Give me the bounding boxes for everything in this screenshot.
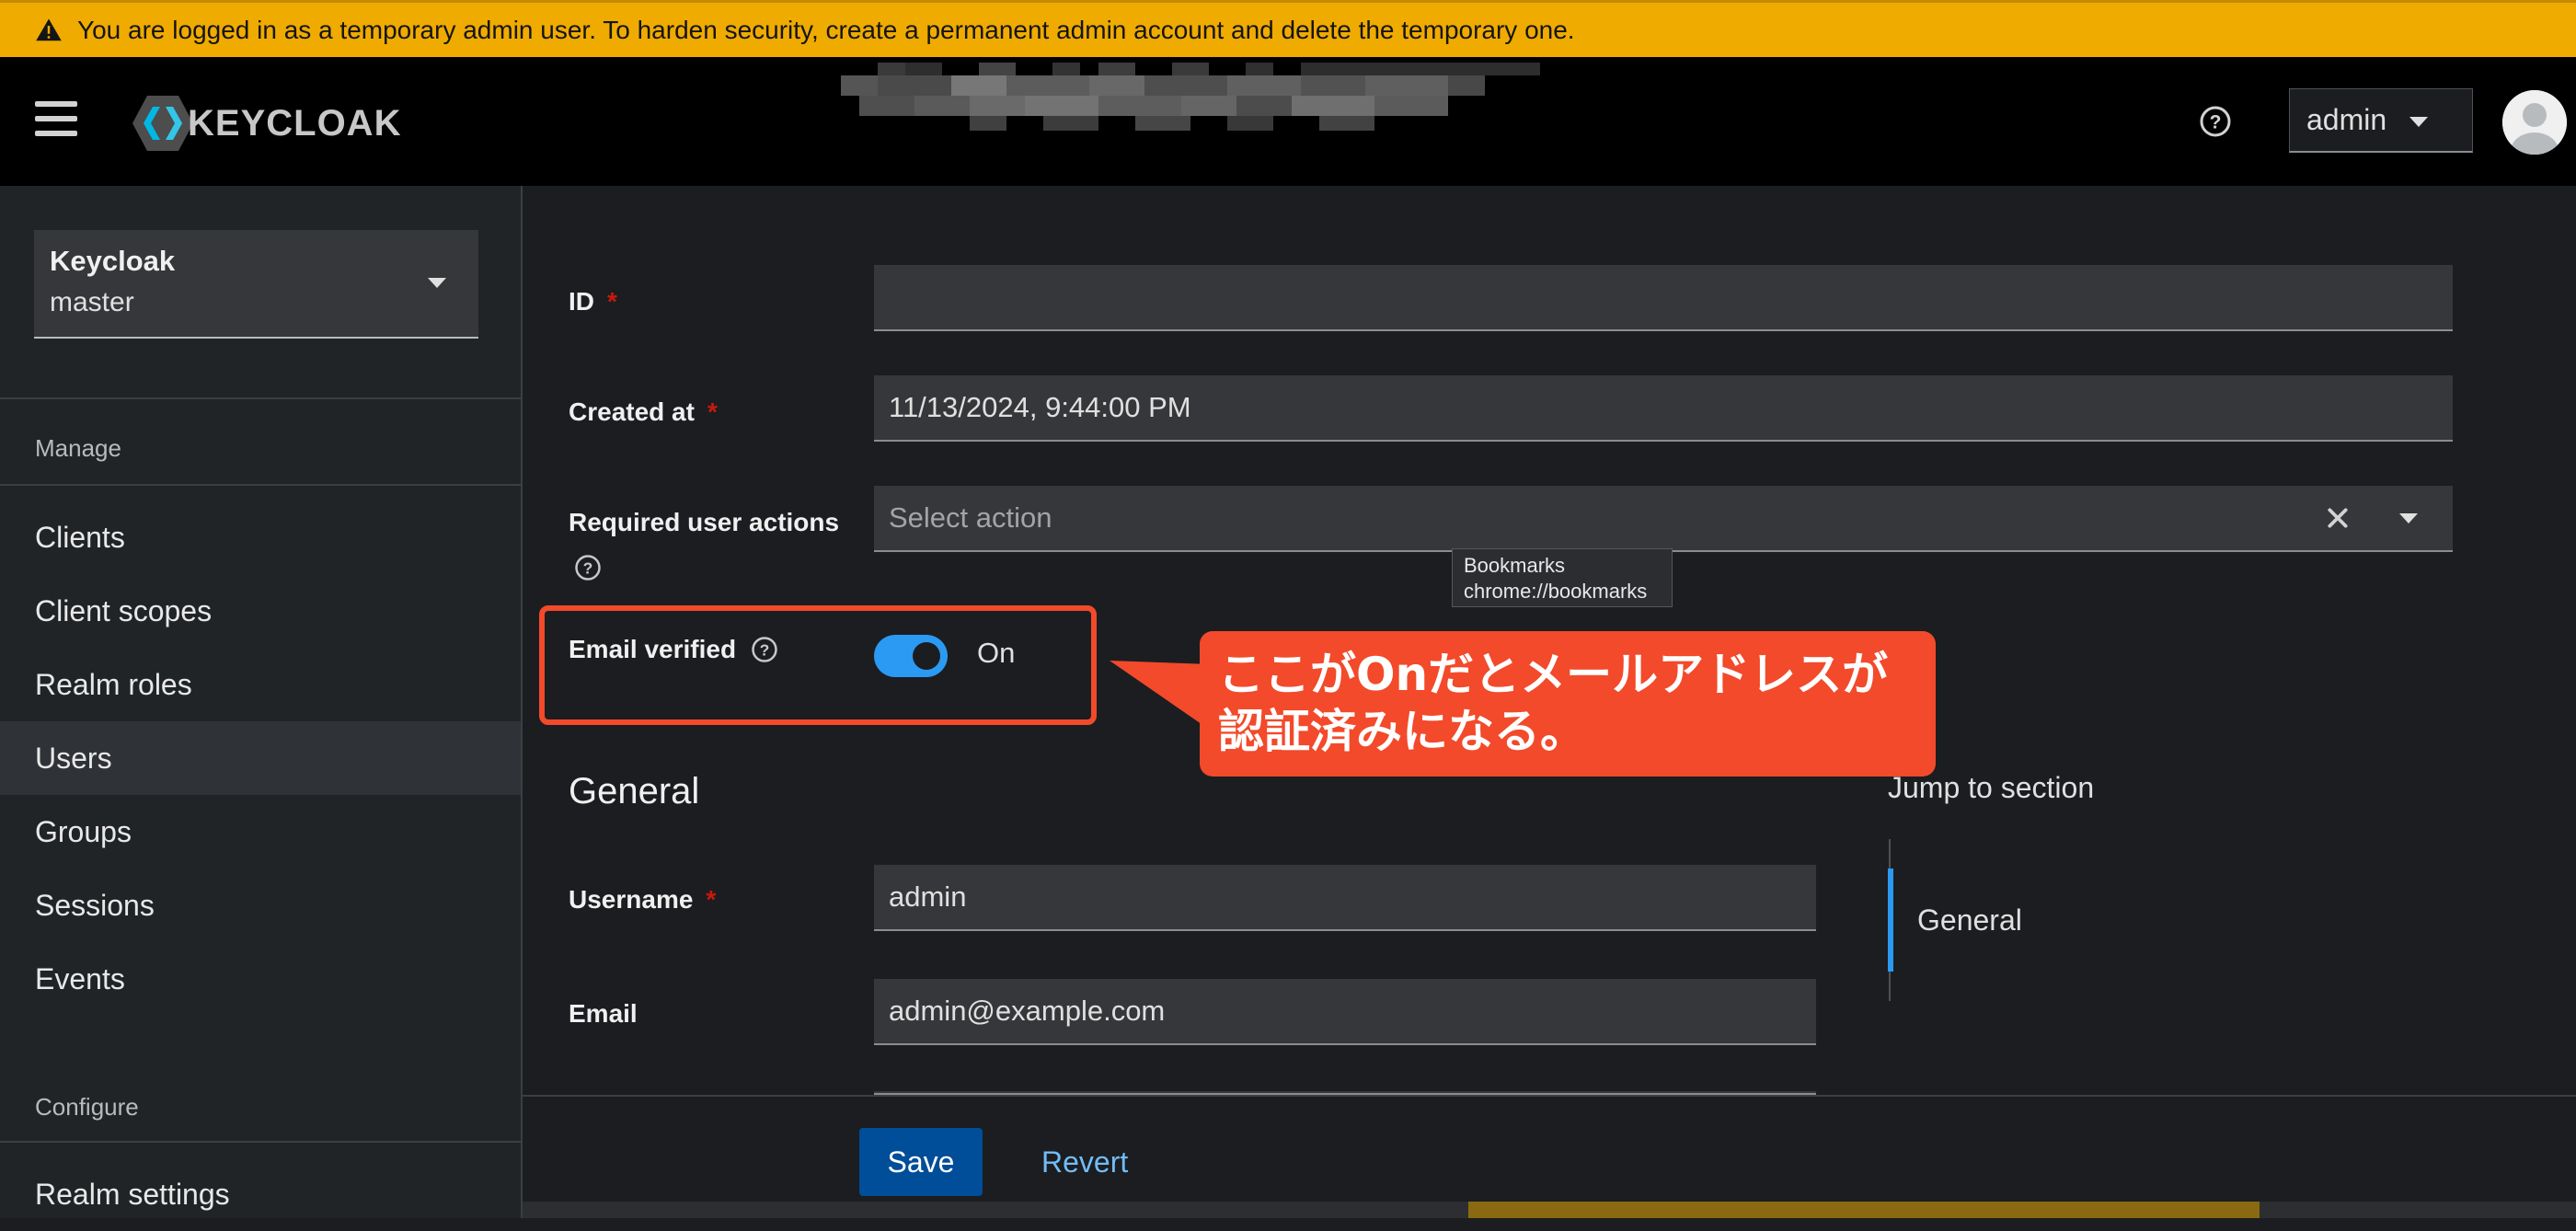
required-user-actions-select[interactable]: Select action — [874, 486, 2453, 552]
svg-text:?: ? — [583, 558, 593, 577]
browser-tooltip: Bookmarks chrome://bookmarks — [1452, 548, 1673, 607]
help-icon[interactable]: ? — [574, 554, 602, 581]
username-value: admin — [889, 880, 967, 913]
sidebar-item-realm-settings[interactable]: Realm settings — [0, 1157, 521, 1231]
save-button[interactable]: Save — [859, 1128, 983, 1196]
revert-button[interactable]: Revert — [1041, 1128, 1128, 1196]
background-window-strip — [523, 1202, 2576, 1218]
sidebar-item-groups[interactable]: Groups — [0, 795, 521, 869]
annotation-highlight-box — [539, 605, 1097, 725]
user-menu-label: admin — [2306, 103, 2387, 136]
username-label: Username * — [569, 881, 716, 918]
jump-link-active-indicator — [1888, 869, 1893, 972]
annotation-callout: ここがOnだとメールアドレスが 認証済みになる。 — [1200, 631, 1936, 777]
tooltip-line-1: Bookmarks — [1464, 554, 1566, 577]
jump-to-section-title: Jump to section — [1888, 771, 2095, 804]
callout-line-2: 認証済みになる。 — [1218, 705, 1586, 758]
temporary-admin-warning-banner: You are logged in as a temporary admin u… — [0, 0, 2576, 57]
tooltip-line-2: chrome://bookmarks — [1464, 580, 1648, 603]
background-window-block — [1468, 1202, 2260, 1218]
banner-text: You are logged in as a temporary admin u… — [77, 15, 1575, 44]
sidebar-item-users[interactable]: Users — [0, 721, 521, 795]
help-icon[interactable]: ? — [2199, 105, 2232, 138]
sidebar-item-events[interactable]: Events — [0, 942, 521, 1016]
required-user-actions-label: Required user actions — [569, 508, 840, 536]
hamburger-menu-icon[interactable] — [35, 101, 77, 138]
created-at-field: 11/13/2024, 9:44:00 PM — [874, 375, 2453, 442]
callout-pointer — [1110, 661, 1211, 731]
user-menu-dropdown[interactable]: admin — [2289, 88, 2473, 153]
form-footer: Save Revert — [523, 1095, 2576, 1218]
sidebar-section-configure: Configure — [35, 1093, 139, 1121]
sidebar-divider — [0, 397, 521, 399]
sidebar-item-realm-roles[interactable]: Realm roles — [0, 648, 521, 721]
username-field[interactable]: admin — [874, 865, 1816, 931]
required-user-actions-placeholder: Select action — [889, 501, 1052, 534]
required-marker: * — [607, 287, 617, 316]
svg-text:?: ? — [2210, 112, 2222, 133]
chevron-down-icon — [2409, 117, 2428, 127]
id-label: ID * — [569, 283, 617, 320]
required-marker: * — [707, 397, 718, 426]
keycloak-logo[interactable]: KEYCLOAK — [131, 94, 401, 153]
logo-text: KEYCLOAK — [188, 102, 402, 144]
sidebar-item-sessions[interactable]: Sessions — [0, 869, 521, 942]
sidebar-divider — [0, 484, 521, 486]
email-label: Email — [569, 999, 638, 1028]
email-field[interactable]: admin@example.com — [874, 979, 1816, 1045]
realm-selector[interactable]: Keycloak master — [34, 230, 478, 339]
callout-line-1: ここがOnだとメールアドレスが — [1218, 648, 1889, 701]
sidebar-item-client-scopes[interactable]: Client scopes — [0, 574, 521, 648]
section-heading-general: General — [569, 771, 700, 811]
sidebar-nav: Keycloak master Manage Clients Client sc… — [0, 186, 523, 1218]
jump-link-general[interactable]: General — [1917, 903, 2022, 938]
redacted-mosaic — [841, 63, 1540, 131]
keycloak-logo-icon — [132, 96, 193, 151]
email-value: admin@example.com — [889, 995, 1166, 1027]
sidebar-item-clients[interactable]: Clients — [0, 500, 521, 574]
realm-selector-title: Keycloak — [50, 245, 176, 277]
user-avatar-icon — [2502, 90, 2567, 155]
id-label-text: ID — [569, 287, 594, 316]
created-at-label-text: Created at — [569, 397, 695, 426]
id-field[interactable] — [874, 265, 2453, 331]
required-marker: * — [706, 885, 717, 914]
sidebar-section-manage: Manage — [35, 434, 121, 462]
created-at-value: 11/13/2024, 9:44:00 PM — [889, 391, 1191, 423]
warning-icon — [36, 18, 62, 40]
avatar[interactable] — [2502, 90, 2567, 155]
clear-icon[interactable] — [2326, 506, 2350, 530]
chevron-down-icon — [428, 278, 446, 288]
created-at-label: Created at * — [569, 394, 718, 431]
sidebar-divider — [0, 1141, 521, 1143]
chevron-down-icon[interactable] — [2399, 513, 2418, 523]
realm-selector-value: master — [50, 287, 134, 317]
username-label-text: Username — [569, 885, 694, 914]
